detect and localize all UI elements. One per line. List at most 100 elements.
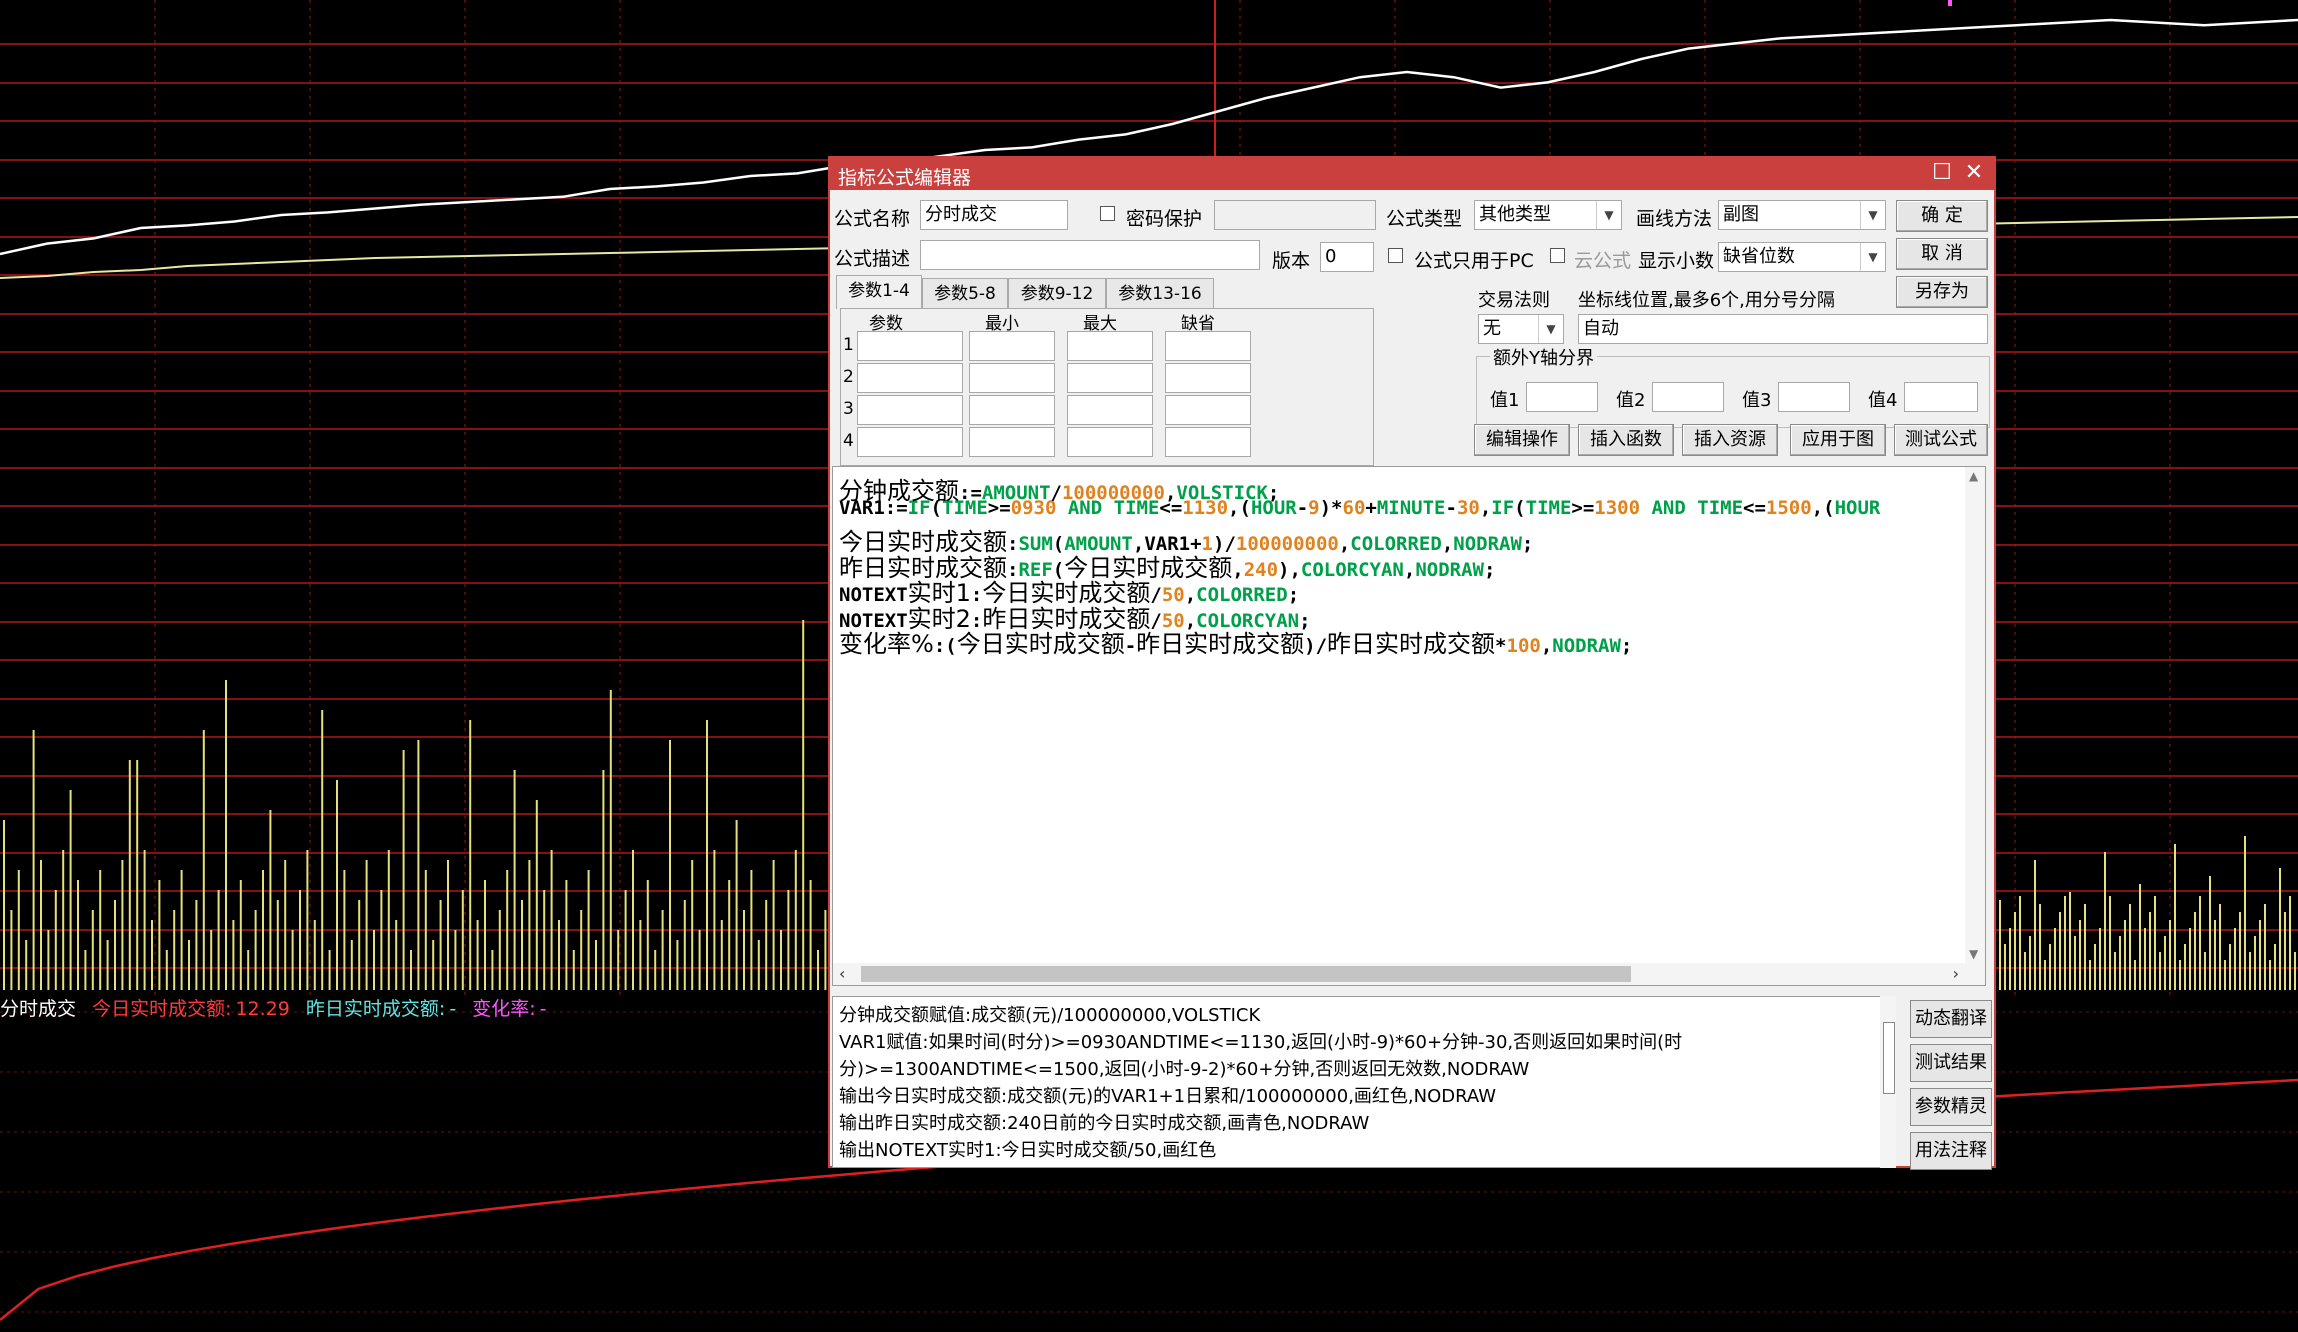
code-token: := xyxy=(959,482,982,504)
scroll-down-icon[interactable]: ▼ xyxy=(1969,947,1978,961)
save-as-button[interactable]: 另存为 xyxy=(1896,276,1988,308)
code-token: 1300 xyxy=(1594,496,1641,519)
test-formula-button[interactable]: 测试公式 xyxy=(1894,424,1988,456)
formula-type-select[interactable]: 其他类型 ▼ xyxy=(1474,200,1622,230)
test-result-button[interactable]: 测试结果 xyxy=(1910,1044,1992,1082)
code-token: ( xyxy=(1052,533,1065,555)
code-token: TIME xyxy=(1697,496,1744,519)
scroll-right-icon[interactable]: › xyxy=(1953,964,1959,983)
code-token: : xyxy=(970,609,983,632)
param-default-cell[interactable] xyxy=(1165,427,1251,457)
trade-rule-select[interactable]: 无 ▼ xyxy=(1478,314,1564,344)
translation-scrollbar[interactable] xyxy=(1880,996,1896,1168)
scroll-left-icon[interactable]: ‹ xyxy=(839,964,845,983)
tab-params-5-8[interactable]: 参数5-8 xyxy=(922,278,1008,309)
val1-input[interactable] xyxy=(1526,382,1598,412)
code-token: :( xyxy=(933,635,957,657)
param-name-cell[interactable] xyxy=(857,395,963,425)
ok-button[interactable]: 确 定 xyxy=(1896,200,1988,232)
chevron-down-icon[interactable]: ▼ xyxy=(1596,201,1621,229)
code-token: 30 xyxy=(1456,496,1480,519)
code-token: , xyxy=(1184,584,1197,606)
param-min-cell[interactable] xyxy=(969,331,1055,361)
legend-today-value: 12.29 xyxy=(235,998,290,1020)
translation-scroll-thumb[interactable] xyxy=(1883,1022,1895,1094)
val4-input[interactable] xyxy=(1904,382,1978,412)
param-max-cell[interactable] xyxy=(1067,395,1153,425)
code-token: COLORCYAN xyxy=(1196,609,1300,632)
usage-notes-button[interactable]: 用法注释 xyxy=(1910,1132,1992,1170)
param-min-cell[interactable] xyxy=(969,427,1055,457)
translation-line: 输出昨日实时成交额:240日前的今日实时成交额,画青色,NODRAW xyxy=(839,1113,1370,1134)
param-name-cell[interactable] xyxy=(857,363,963,393)
tab-params-1-4[interactable]: 参数1-4 xyxy=(836,275,922,309)
tab-params-13-16[interactable]: 参数13-16 xyxy=(1106,278,1214,309)
formula-desc-input[interactable] xyxy=(920,240,1260,270)
code-token: AMOUNT xyxy=(1064,533,1133,555)
decimals-select[interactable]: 缺省位数 ▼ xyxy=(1718,242,1886,272)
param-name-cell[interactable] xyxy=(857,331,963,361)
formula-desc-label: 公式描述 xyxy=(834,248,911,270)
scroll-up-icon[interactable]: ▲ xyxy=(1969,469,1978,483)
formula-editor-dialog: 指标公式编辑器 ☐ ✕ 公式名称 分时成交 密码保护 公式类型 其他类型 ▼ 画… xyxy=(828,156,1996,1170)
val3-input[interactable] xyxy=(1778,382,1850,412)
password-label: 密码保护 xyxy=(1126,208,1203,230)
dialog-titlebar[interactable]: 指标公式编辑器 ☐ ✕ xyxy=(830,158,1994,190)
param-wizard-button[interactable]: 参数精灵 xyxy=(1910,1088,1992,1126)
pc-only-checkbox[interactable] xyxy=(1388,248,1403,263)
param-max-cell[interactable] xyxy=(1067,363,1153,393)
code-token: 100 xyxy=(1506,635,1541,657)
code-token: )/ xyxy=(1213,533,1236,555)
param-default-cell[interactable] xyxy=(1165,331,1251,361)
code-token: , xyxy=(1479,496,1492,519)
cloud-formula-checkbox[interactable] xyxy=(1550,248,1565,263)
code-horizontal-scrollbar[interactable]: ‹ › xyxy=(833,963,1985,985)
cancel-button[interactable]: 取 消 xyxy=(1896,238,1988,270)
password-checkbox[interactable] xyxy=(1100,206,1115,221)
edit-operation-button[interactable]: 编辑操作 xyxy=(1474,424,1570,456)
insert-function-button[interactable]: 插入函数 xyxy=(1578,424,1674,456)
param-table: 参数 最小 最大 缺省 1 2 3 4 xyxy=(840,308,1374,466)
code-token: 分钟成交额 xyxy=(839,477,959,505)
param-max-cell[interactable] xyxy=(1067,331,1153,361)
code-token: ( xyxy=(1514,496,1526,519)
code-token: , xyxy=(1232,558,1244,581)
code-token: 240 xyxy=(1243,558,1279,581)
code-token: SUM xyxy=(1018,533,1053,555)
chevron-down-icon[interactable]: ▼ xyxy=(1860,243,1885,271)
maximize-icon[interactable]: ☐ xyxy=(1928,160,1956,186)
chevron-down-icon[interactable]: ▼ xyxy=(1538,315,1563,343)
param-default-cell[interactable] xyxy=(1165,395,1251,425)
indicator-legend: 分时成交 今日实时成交额: 12.29 昨日实时成交额: - 变化率: - xyxy=(0,994,557,1021)
param-default-cell[interactable] xyxy=(1165,363,1251,393)
password-input[interactable] xyxy=(1214,200,1376,230)
val2-input[interactable] xyxy=(1652,382,1724,412)
code-token: + xyxy=(1365,496,1377,519)
legend-change-value: - xyxy=(539,998,547,1020)
insert-resource-button[interactable]: 插入资源 xyxy=(1682,424,1778,456)
code-vertical-scrollbar[interactable]: ▲ ▼ xyxy=(1965,467,1985,963)
coord-lines-input[interactable]: 自动 xyxy=(1578,314,1988,344)
draw-method-select[interactable]: 副图 ▼ xyxy=(1718,200,1886,230)
code-token: TIME xyxy=(1525,496,1572,519)
code-token: REF xyxy=(1018,558,1053,581)
code-token: AMOUNT xyxy=(981,482,1051,504)
code-token: COLORCYAN xyxy=(1300,558,1404,581)
dynamic-translate-button[interactable]: 动态翻译 xyxy=(1910,1000,1992,1038)
code-token: 变化率% xyxy=(839,630,934,658)
formula-code-editor[interactable]: 变化率%:(今日实时成交额-昨日实时成交额)/昨日实时成交额*100,NODRA… xyxy=(832,466,1986,986)
apply-to-chart-button[interactable]: 应用于图 xyxy=(1790,424,1886,456)
pc-only-label: 公式只用于PC xyxy=(1414,250,1534,272)
code-line: 分钟成交额:=AMOUNT/100000000,VOLSTICK; xyxy=(839,471,1279,506)
formula-name-input[interactable]: 分时成交 xyxy=(920,200,1068,230)
param-max-cell[interactable] xyxy=(1067,427,1153,457)
tab-params-9-12[interactable]: 参数9-12 xyxy=(1008,278,1106,309)
param-min-cell[interactable] xyxy=(969,363,1055,393)
code-token: VOLSTICK xyxy=(1176,482,1268,504)
param-min-cell[interactable] xyxy=(969,395,1055,425)
code-scroll-thumb[interactable] xyxy=(861,966,1631,982)
version-input[interactable]: 0 xyxy=(1320,242,1374,272)
close-icon[interactable]: ✕ xyxy=(1960,160,1988,186)
param-name-cell[interactable] xyxy=(857,427,963,457)
chevron-down-icon[interactable]: ▼ xyxy=(1860,201,1885,229)
